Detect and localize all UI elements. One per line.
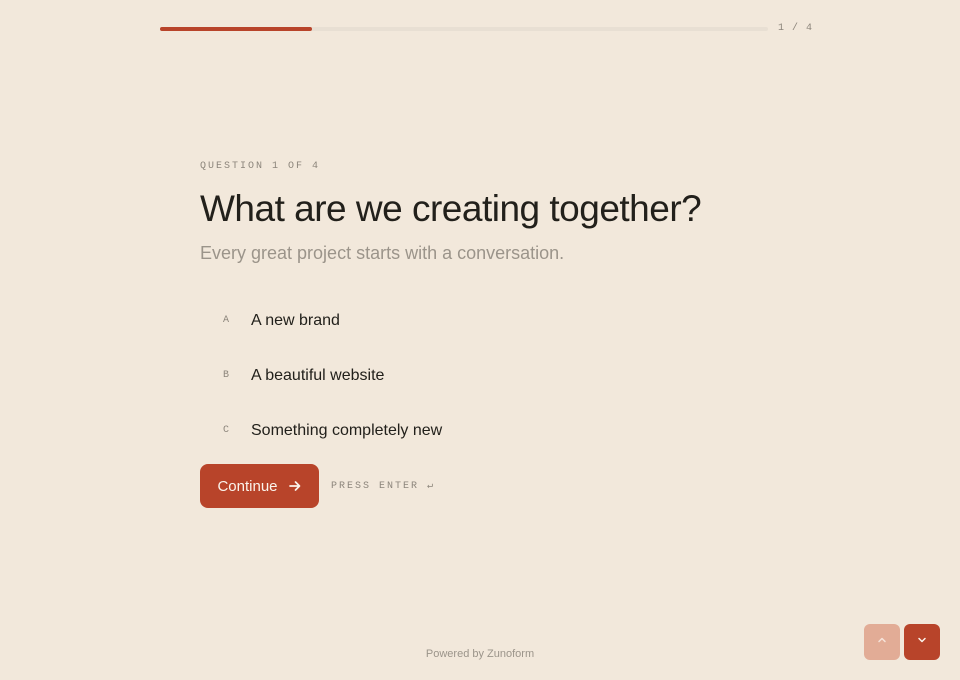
option-key: B bbox=[223, 370, 230, 381]
progress-bar bbox=[160, 27, 768, 31]
continue-button[interactable]: Continue bbox=[200, 464, 319, 508]
options-list: A A new brand B A beautiful website C So… bbox=[200, 299, 800, 452]
arrow-right-icon bbox=[288, 479, 302, 493]
option-label: A new brand bbox=[251, 311, 340, 329]
chevron-down-icon bbox=[916, 633, 928, 651]
option-key: A bbox=[223, 315, 230, 326]
actions-row: Continue PRESS ENTER ↵ bbox=[200, 464, 800, 508]
option-a[interactable]: A A new brand bbox=[200, 299, 800, 342]
question-title: What are we creating together? bbox=[200, 188, 702, 229]
option-key: C bbox=[223, 425, 230, 436]
previous-question-button[interactable] bbox=[864, 624, 900, 660]
next-question-button[interactable] bbox=[904, 624, 940, 660]
progress-count: 1 / 4 bbox=[778, 23, 814, 34]
form-page: 1 / 4 QUESTION 1 OF 4 What are we creati… bbox=[0, 0, 960, 680]
press-enter-hint: PRESS ENTER ↵ bbox=[331, 481, 436, 492]
question-panel: QUESTION 1 OF 4 What are we creating tog… bbox=[200, 161, 800, 508]
powered-by-footer: Powered by Zunoform bbox=[425, 648, 535, 660]
question-subtitle: Every great project starts with a conver… bbox=[200, 243, 565, 263]
option-label: A beautiful website bbox=[251, 366, 385, 384]
continue-button-label: Continue bbox=[217, 477, 278, 495]
progress-bar-fill bbox=[160, 27, 312, 31]
option-c[interactable]: C Something completely new bbox=[200, 409, 800, 452]
option-b[interactable]: B A beautiful website bbox=[200, 354, 800, 397]
chevron-up-icon bbox=[876, 633, 888, 651]
option-label: Something completely new bbox=[251, 421, 443, 439]
question-eyebrow: QUESTION 1 OF 4 bbox=[200, 161, 321, 172]
